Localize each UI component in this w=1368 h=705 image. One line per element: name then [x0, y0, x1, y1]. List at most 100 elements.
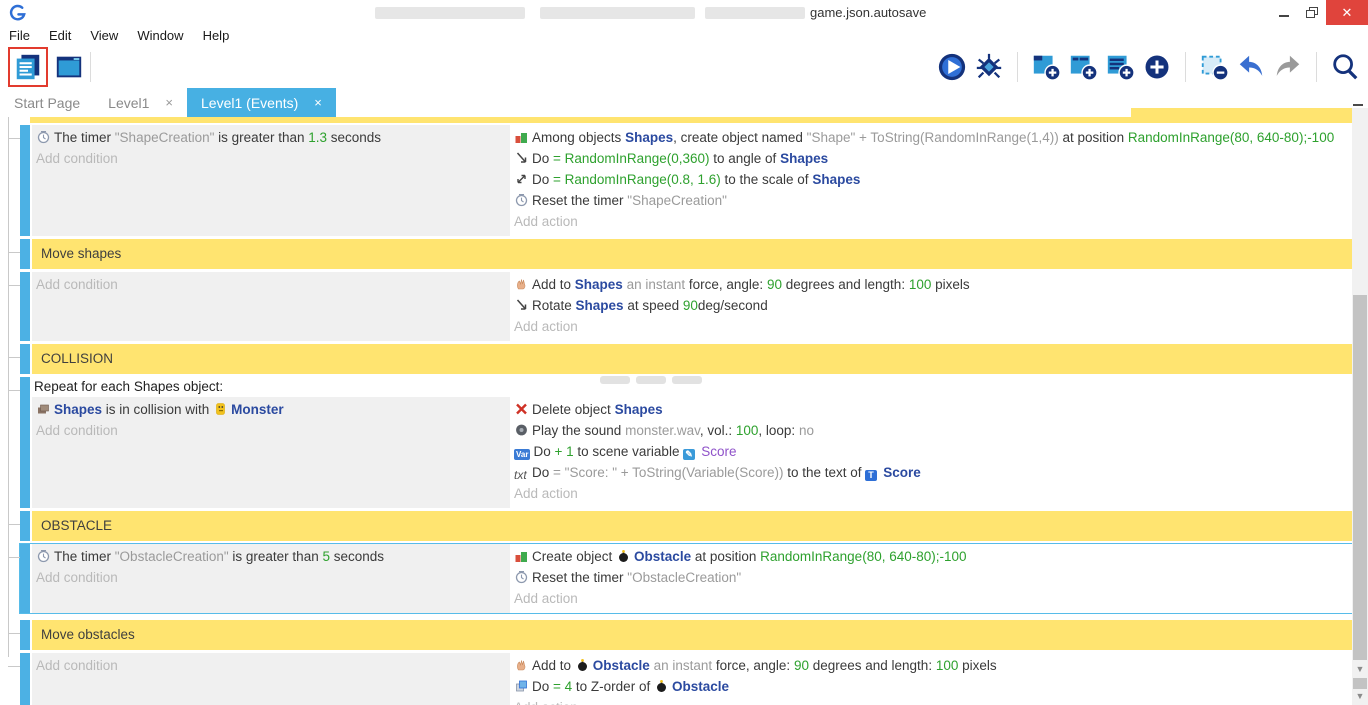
- event-selection-bar[interactable]: [20, 239, 30, 269]
- conditions-column[interactable]: Add condition: [32, 653, 510, 705]
- scene-editor-button[interactable]: [54, 52, 84, 82]
- condition-line[interactable]: The timer "ObstacleCreation" is greater …: [36, 546, 504, 567]
- text-segment: Add to: [532, 277, 575, 292]
- comment-label[interactable]: Move obstacles: [32, 620, 1352, 650]
- conditions-column[interactable]: Add condition: [32, 272, 510, 341]
- comment-row[interactable]: Move shapes: [20, 239, 1352, 269]
- toolbar-separator: [1316, 52, 1317, 82]
- event-row[interactable]: Add condition Add to Obstacle an instant …: [20, 653, 1352, 705]
- add-comment-button[interactable]: [1105, 52, 1135, 82]
- action-line[interactable]: txtDo = "Score: " + ToString(Variable(Sc…: [514, 462, 1346, 483]
- repeat-event-row[interactable]: Repeat for each Shapes object:Shapes is …: [20, 377, 1352, 508]
- event-selection-bar[interactable]: [20, 377, 30, 508]
- action-line[interactable]: Reset the timer "ShapeCreation": [514, 190, 1346, 211]
- add-action-button[interactable]: Add action: [514, 697, 1346, 705]
- actions-column[interactable]: Among objects Shapes, create object name…: [510, 125, 1352, 236]
- gdevelop-logo-icon: [8, 3, 27, 22]
- add-action-button[interactable]: Add action: [514, 483, 1346, 504]
- comment-row[interactable]: Move obstacles: [20, 620, 1352, 650]
- tab-level1-events[interactable]: Level1 (Events)×: [187, 88, 336, 117]
- event-selection-bar[interactable]: [20, 511, 30, 541]
- debugger-button[interactable]: [974, 52, 1004, 82]
- actions-column[interactable]: Create object Obstacle at position Rando…: [510, 544, 1352, 613]
- text-segment: = RandomInRange(0.8, 1.6): [553, 172, 721, 187]
- add-condition-button[interactable]: Add condition: [36, 148, 504, 169]
- menu-item-view[interactable]: View: [90, 28, 118, 43]
- event-row[interactable]: The timer "ShapeCreation" is greater tha…: [20, 125, 1352, 236]
- preview-button[interactable]: [937, 52, 967, 82]
- text-segment: is greater than: [229, 549, 323, 564]
- add-condition-button[interactable]: Add condition: [36, 567, 504, 588]
- tab-start-page[interactable]: Start Page: [0, 88, 94, 117]
- search-button[interactable]: [1330, 52, 1360, 82]
- event-selection-bar[interactable]: [20, 653, 30, 705]
- scrollbar-down-arrow-icon[interactable]: ▼: [1352, 664, 1368, 674]
- close-button[interactable]: ✕: [1326, 0, 1368, 25]
- event-selection-bar[interactable]: [20, 125, 30, 236]
- conditions-column[interactable]: The timer "ObstacleCreation" is greater …: [32, 544, 510, 613]
- conditions-column[interactable]: The timer "ShapeCreation" is greater tha…: [32, 125, 510, 236]
- events-editor-button[interactable]: [13, 52, 43, 82]
- add-action-button[interactable]: Add action: [514, 588, 1346, 609]
- remove-event-button[interactable]: [1199, 52, 1229, 82]
- add-new-button[interactable]: [1142, 52, 1172, 82]
- add-condition-button[interactable]: Add condition: [36, 420, 504, 441]
- event-row[interactable]: The timer "ObstacleCreation" is greater …: [20, 544, 1352, 613]
- comment-label[interactable]: Move shapes: [32, 239, 1352, 269]
- comment-label[interactable]: COLLISION: [32, 344, 1352, 374]
- action-line[interactable]: Delete object Shapes: [514, 399, 1346, 420]
- action-line[interactable]: Do = 4 to Z-order of Obstacle: [514, 676, 1346, 697]
- text-segment: at speed: [624, 298, 683, 313]
- add-action-button[interactable]: Add action: [514, 211, 1346, 232]
- action-line[interactable]: Add to Obstacle an instant force, angle:…: [514, 655, 1346, 676]
- add-condition-button[interactable]: Add condition: [36, 274, 504, 295]
- restore-button[interactable]: [1298, 0, 1326, 25]
- comment-label[interactable]: OBSTACLE: [32, 511, 1352, 541]
- text-segment: 1.3: [308, 130, 327, 145]
- add-action-button[interactable]: Add action: [514, 316, 1346, 337]
- action-line[interactable]: Reset the timer "ObstacleCreation": [514, 567, 1346, 588]
- event-selection-bar[interactable]: [20, 272, 30, 341]
- add-condition-button[interactable]: Add condition: [36, 655, 504, 676]
- action-line[interactable]: Create object Obstacle at position Rando…: [514, 546, 1346, 567]
- event-row[interactable]: Add condition Add to Shapes an instant fo…: [20, 272, 1352, 341]
- undo-button[interactable]: [1236, 52, 1266, 82]
- scrollbar-top-dash: [1353, 104, 1363, 106]
- tab-level1[interactable]: Level1×: [94, 88, 187, 117]
- actions-column[interactable]: Add to Obstacle an instant force, angle:…: [510, 653, 1352, 705]
- actions-column[interactable]: Delete object ShapesPlay the sound monst…: [510, 397, 1352, 508]
- minimize-button[interactable]: [1270, 0, 1298, 25]
- menu-item-edit[interactable]: Edit: [49, 28, 71, 43]
- event-selection-bar[interactable]: [20, 620, 30, 650]
- redo-button[interactable]: [1273, 52, 1303, 82]
- action-line[interactable]: Play the sound monster.wav, vol.: 100, l…: [514, 420, 1346, 441]
- event-selection-bar[interactable]: [20, 544, 30, 613]
- menu-item-window[interactable]: Window: [137, 28, 183, 43]
- vertical-scrollbar[interactable]: ▼ ▼: [1352, 108, 1368, 705]
- comment-row[interactable]: COLLISION: [20, 344, 1352, 374]
- text-segment: Add to: [532, 658, 575, 673]
- event-selection-bar[interactable]: [20, 344, 30, 374]
- add-event-button[interactable]: [1031, 52, 1061, 82]
- action-line[interactable]: Among objects Shapes, create object name…: [514, 127, 1346, 148]
- scrollbar-thumb-small[interactable]: [1353, 678, 1367, 689]
- menu-item-file[interactable]: File: [9, 28, 30, 43]
- condition-line[interactable]: Shapes is in collision with Monster: [36, 399, 504, 420]
- close-tab-icon[interactable]: ×: [165, 95, 173, 110]
- action-line[interactable]: VarDo + 1 to scene variable ✎Score: [514, 441, 1346, 462]
- close-tab-icon[interactable]: ×: [314, 95, 322, 110]
- action-line[interactable]: Add to Shapes an instant force, angle: 9…: [514, 274, 1346, 295]
- add-subevent-button[interactable]: [1068, 52, 1098, 82]
- scrollbar-down-arrow-icon[interactable]: ▼: [1352, 691, 1368, 701]
- scrollbar-thumb[interactable]: [1353, 295, 1367, 660]
- menu-item-help[interactable]: Help: [203, 28, 230, 43]
- conditions-column[interactable]: Shapes is in collision with MonsterAdd c…: [32, 397, 510, 508]
- comment-row[interactable]: OBSTACLE: [20, 511, 1352, 541]
- text-segment: Do: [532, 465, 553, 480]
- text-segment: force, angle:: [685, 277, 767, 292]
- action-line[interactable]: Rotate Shapes at speed 90deg/second: [514, 295, 1346, 316]
- condition-line[interactable]: The timer "ShapeCreation" is greater tha…: [36, 127, 504, 148]
- action-line[interactable]: Do = RandomInRange(0,360) to angle of Sh…: [514, 148, 1346, 169]
- actions-column[interactable]: Add to Shapes an instant force, angle: 9…: [510, 272, 1352, 341]
- action-line[interactable]: Do = RandomInRange(0.8, 1.6) to the scal…: [514, 169, 1346, 190]
